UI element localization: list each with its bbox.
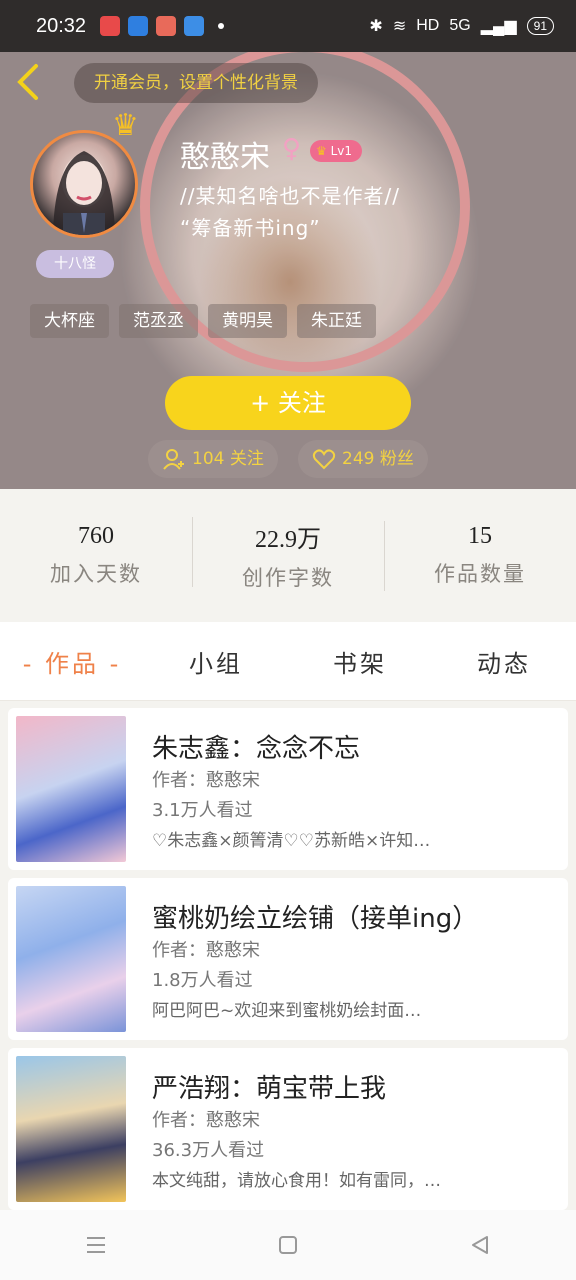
interest-tag[interactable]: 朱正廷 [297, 304, 376, 338]
work-views: 3.1万人看过 [152, 800, 253, 821]
home-icon[interactable] [276, 1233, 300, 1257]
stat-value: 760 [78, 522, 114, 549]
tab-bookshelf[interactable]: 书架 [288, 644, 432, 679]
bio-line-2: “筹备新书ing” [180, 216, 321, 240]
stat-label: 创作字数 [242, 565, 334, 590]
system-nav-bar [0, 1210, 576, 1280]
tab-groups[interactable]: 小组 [144, 644, 288, 679]
interest-tag[interactable]: 范丞丞 [119, 304, 198, 338]
heart-icon [312, 449, 336, 470]
level-badge: ♛ Lv1 [310, 140, 363, 162]
stat-value: 15 [468, 522, 492, 549]
signal-icon: ▂▄▆ [480, 18, 517, 35]
works-list: 朱志鑫：念念不忘 作者：憨憨宋 3.1万人看过 ♡朱志鑫×颜箐清♡♡苏新皓×许知… [8, 700, 568, 1210]
signal-type: 5G [449, 17, 471, 34]
level-label: Lv1 [330, 144, 353, 158]
work-cover-image [16, 716, 126, 862]
back-button[interactable] [14, 62, 46, 102]
follow-button[interactable]: + 关注 [165, 376, 411, 430]
app-notification-icon [128, 16, 149, 36]
followers-count-button[interactable]: 249 粉丝 [298, 440, 428, 478]
profile-badge: 十八怪 [36, 250, 114, 278]
interest-tag[interactable]: 大杯座 [30, 304, 109, 338]
status-time: 20:32 [36, 14, 87, 37]
stat-value: 22.9万 [255, 526, 321, 553]
profile-tabs: - 作品 - 小组 书架 动态 [0, 622, 576, 701]
work-views: 1.8万人看过 [152, 970, 253, 991]
work-author: 作者：憨憨宋 [152, 1110, 260, 1131]
crown-icon: ♛ [112, 108, 139, 143]
avatar[interactable] [30, 130, 138, 238]
profile-stats: 760 加入天数 22.9万 创作字数 15 作品数量 [0, 489, 576, 621]
interest-tag[interactable]: 黄明昊 [208, 304, 287, 338]
work-title: 朱志鑫：念念不忘 [152, 734, 361, 764]
following-count: 104 关注 [192, 449, 264, 469]
chevron-left-icon [17, 64, 38, 100]
following-count-button[interactable]: 104 关注 [148, 440, 278, 478]
work-views: 36.3万人看过 [152, 1140, 265, 1161]
work-description: ♡朱志鑫×颜箐清♡♡苏新皓×许知… [152, 831, 431, 851]
app-notification-icon [184, 16, 205, 36]
work-title: 严浩翔：萌宝带上我 [152, 1074, 387, 1104]
work-description: 阿巴阿巴~欢迎来到蜜桃奶绘封面… [152, 1001, 422, 1021]
wifi-icon: ≋ [392, 18, 407, 35]
level-crown-icon: ♛ [316, 144, 327, 158]
work-title: 蜜桃奶绘立绘铺（接单ing） [152, 904, 479, 934]
followers-count: 249 粉丝 [342, 449, 414, 469]
more-notifications-dot [218, 23, 225, 29]
female-icon: ♀ [282, 134, 302, 164]
bio-line-1: //某知名啥也不是作者// [180, 184, 400, 208]
work-card[interactable]: 蜜桃奶绘立绘铺（接单ing） 作者：憨憨宋 1.8万人看过 阿巴阿巴~欢迎来到蜜… [8, 878, 568, 1040]
interest-tags: 大杯座 范丞丞 黄明昊 朱正廷 [30, 304, 376, 338]
work-card[interactable]: 朱志鑫：念念不忘 作者：憨憨宋 3.1万人看过 ♡朱志鑫×颜箐清♡♡苏新皓×许知… [8, 708, 568, 870]
bluetooth-icon: ✱ [369, 18, 383, 35]
menu-icon[interactable] [84, 1234, 108, 1256]
network-type: HD [416, 17, 440, 34]
avatar-portrait [53, 151, 115, 235]
back-triangle-icon[interactable] [468, 1233, 492, 1257]
user-add-icon [163, 449, 184, 470]
stat-label: 加入天数 [50, 561, 142, 586]
status-bar: 20:32 ✱ ≋ HD 5G ▂▄▆ 91 [0, 0, 576, 52]
work-author: 作者：憨憨宋 [152, 770, 260, 791]
stat-days: 760 加入天数 [0, 523, 192, 588]
work-cover-image [16, 1056, 126, 1202]
work-cover-image [16, 886, 126, 1032]
app-notification-icon [100, 16, 121, 36]
work-author: 作者：憨憨宋 [152, 940, 260, 961]
stat-label: 作品数量 [434, 561, 526, 586]
tab-works[interactable]: - 作品 - [0, 644, 144, 679]
stat-words: 22.9万 创作字数 [192, 516, 384, 592]
work-description: 本文纯甜，请放心食用！如有雷同，… [152, 1171, 441, 1191]
vip-banner[interactable]: 开通会员，设置个性化背景 [74, 63, 318, 103]
work-card[interactable]: 严浩翔：萌宝带上我 作者：憨憨宋 36.3万人看过 本文纯甜，请放心食用！如有雷… [8, 1048, 568, 1210]
app-notification-icon [156, 16, 177, 36]
username: 憨憨宋 [180, 140, 270, 175]
tab-activity[interactable]: 动态 [432, 644, 576, 679]
battery-icon: 91 [526, 17, 554, 35]
stat-works: 15 作品数量 [384, 520, 576, 591]
